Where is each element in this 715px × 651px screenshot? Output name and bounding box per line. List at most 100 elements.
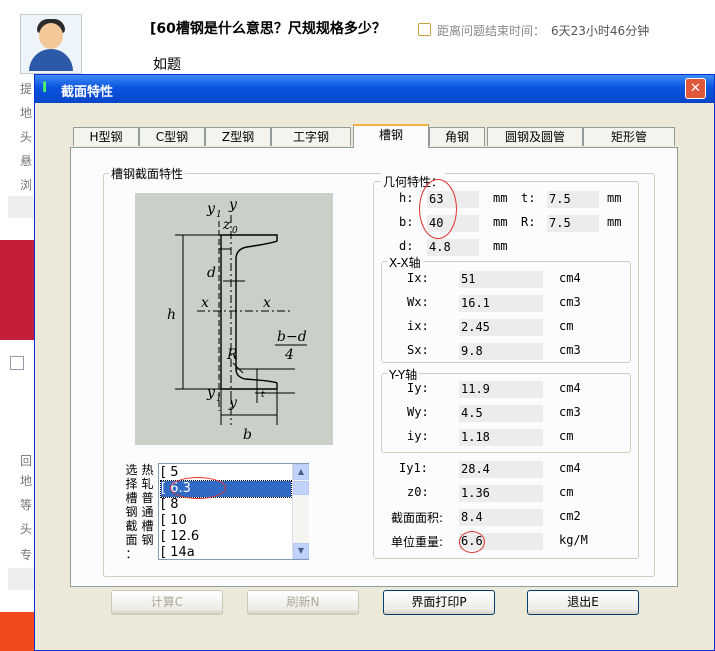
comment-icon [10,356,24,370]
d-value[interactable]: 4.8 [427,239,479,256]
timer-label: 距离问题结束时间： [437,24,546,38]
list-caption: 选 择 槽 钢 截 面 ： [125,463,138,561]
wy-value[interactable]: 4.5 [459,405,543,422]
iy1-label: Iy1: [399,461,428,475]
weight-value[interactable]: 6.6 [459,533,543,550]
scroll-thumb[interactable] [293,481,309,495]
caption-char: ： [125,547,138,561]
label-d: d [207,265,216,281]
b-value[interactable]: 40 [427,215,479,232]
label-y1-top: y [206,201,216,217]
scroll-down-icon[interactable]: ▼ [293,543,309,559]
channel-section-diagram: y 1 y z 0 d x x h R b−d 4 t y 1 y b [135,193,333,445]
tab-c-steel[interactable]: C型钢 [139,127,205,146]
refresh-button[interactable]: 刷新N [247,590,359,615]
label-y1-bottom-sub: 1 [216,394,222,404]
tab-round-steel[interactable]: 圆钢及圆管 [487,127,583,146]
bg-fragment: 浏 [20,178,33,192]
bg-fragment: 头 [20,522,33,536]
tab-z-steel[interactable]: Z型钢 [205,127,271,146]
xx-axis-label: X-X轴 [387,254,423,271]
z0-label: z0: [407,485,429,499]
wx-unit: cm3 [559,295,581,309]
label-r: R [226,347,238,363]
list-item[interactable]: [ 12.6 [161,529,291,545]
ix-inertia-unit: cm4 [559,271,581,285]
user-avatar[interactable] [20,14,82,74]
iy1-value[interactable]: 28.4 [459,461,543,478]
t-label: t: [521,191,536,205]
iy1-unit: cm4 [559,461,581,475]
iy-radius-value[interactable]: 1.18 [459,429,543,446]
sx-value[interactable]: 9.8 [459,343,543,360]
tab-h-steel[interactable]: H型钢 [73,127,139,146]
bg-fragment: 专 [20,548,33,562]
dialog-titlebar[interactable]: I 截面特性 ✕ [35,75,714,103]
label-h: h [167,307,176,323]
channel-outline [220,234,278,390]
calculate-button[interactable]: 计算C [111,590,223,615]
label-x-left: x [201,295,209,311]
caption-char: 面 [125,533,138,547]
scroll-up-icon[interactable]: ▲ [293,464,309,480]
z0-unit: cm [559,485,574,499]
tab-rect-tube[interactable]: 矩形管 [583,127,675,146]
list-scrollbar[interactable]: ▲ ▼ [292,464,309,559]
tab-channel-steel[interactable]: 槽钢 [353,124,429,148]
bg-fragment: 等 [20,498,33,512]
caption-char: 普 [141,491,154,505]
label-frac-num: b−d [277,329,307,345]
list-caption-2: 热 轧 普 通 槽 钢 [141,463,154,547]
d-unit: mm [493,239,508,253]
bg-fragment: 地 [20,474,33,488]
h-value[interactable]: 63 [427,191,479,208]
question-body: 如题 [153,57,181,73]
dialog-title: 截面特性 [61,85,114,100]
iy-inertia-unit: cm4 [559,381,581,395]
list-item[interactable]: [ 14a [161,545,291,559]
list-item-selected[interactable]: [ 6.3 [160,480,292,498]
ix-radius-value[interactable]: 2.45 [459,319,543,336]
caption-char: 槽 [141,519,154,533]
bg-fragment: 头 [20,130,33,144]
list-item[interactable]: [ 8 [161,497,291,513]
area-value[interactable]: 8.4 [459,509,543,526]
label-y1-top-sub: 1 [216,210,222,220]
label-b: b [243,427,252,443]
section-properties-dialog: I 截面特性 ✕ H型钢 C型钢 Z型钢 工字钢 槽钢 角钢 圆钢及圆管 矩形管… [34,74,715,651]
list-item[interactable]: [ 5 [161,465,291,481]
t-value[interactable]: 7.5 [547,191,599,208]
label-z0: z [222,217,231,233]
wx-value[interactable]: 16.1 [459,295,543,312]
z0-value[interactable]: 1.36 [459,485,543,502]
bg-fragment: 回 [20,454,33,468]
iy-inertia-value[interactable]: 11.9 [459,381,543,398]
wy-label: Wy: [407,405,429,419]
channel-drawing: y 1 y z 0 d x x h R b−d 4 t y 1 y b [167,197,307,443]
close-button[interactable]: ✕ [685,78,706,99]
label-t: t [261,390,265,400]
tab-angle-steel[interactable]: 角钢 [429,127,485,146]
list-item[interactable]: [ 10 [161,513,291,529]
bg-fragment: 提 [20,82,33,96]
exit-button[interactable]: 退出E [527,590,639,615]
channel-size-list[interactable]: [ 5 [ 6.3 [ 8 [ 10 [ 12.6 [ 14a [158,463,309,560]
wx-label: Wx: [407,295,429,309]
label-y1-bottom: y [206,385,216,401]
question-title[interactable]: [60槽钢是什么意思？尺规规格多少？ [150,18,386,38]
geometry-group-label: 几何特性： [381,173,446,190]
r-value[interactable]: 7.5 [547,215,599,232]
d-label: d: [399,239,414,253]
question-timer: 距离问题结束时间： 6天23小时46分钟 [418,22,649,39]
caption-char: 通 [141,505,154,519]
caption-char: 钢 [125,505,138,519]
iy-radius-unit: cm [559,429,574,443]
print-button[interactable]: 界面打印P [383,590,495,615]
tab-i-beam[interactable]: 工字钢 [271,127,351,146]
weight-label: 单位重量: [391,535,444,549]
sx-unit: cm3 [559,343,581,357]
area-unit: cm2 [559,509,581,523]
r-unit: mm [607,215,622,229]
ix-inertia-value[interactable]: 51 [459,271,543,288]
r-pointer [232,362,244,374]
